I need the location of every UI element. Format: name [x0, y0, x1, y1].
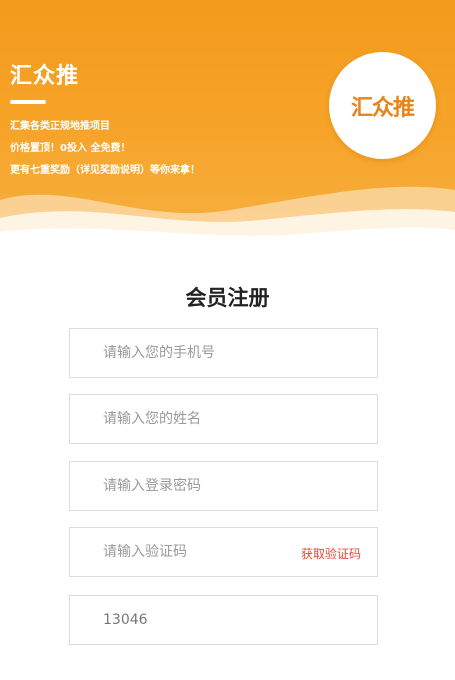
phone-input[interactable]: [70, 329, 377, 377]
page-title: 会员注册: [185, 286, 270, 310]
brand-title: 汇众推: [10, 64, 80, 89]
invite-code-input[interactable]: [70, 596, 377, 644]
tagline-1: 汇集各类正规地推项目: [10, 121, 110, 132]
invite-code-field: [69, 595, 378, 645]
name-input[interactable]: [70, 395, 377, 443]
wave-decoration: [0, 186, 455, 250]
header-banner: 汇众推 汇集各类正规地推项目 价格置顶！0投入 全免费！ 更有七重奖励（详见奖励…: [0, 0, 455, 250]
brand-underline: [10, 100, 46, 104]
tagline-2: 价格置顶！0投入 全免费！: [10, 143, 131, 154]
brand-logo: 汇众推: [329, 52, 436, 159]
password-input[interactable]: [70, 462, 377, 510]
logo-text: 汇众推: [350, 95, 415, 121]
code-field: 获取验证码: [69, 527, 378, 577]
phone-field: [69, 328, 378, 378]
password-field: [69, 461, 378, 511]
get-code-button[interactable]: 获取验证码: [301, 545, 361, 562]
name-field: [69, 394, 378, 444]
